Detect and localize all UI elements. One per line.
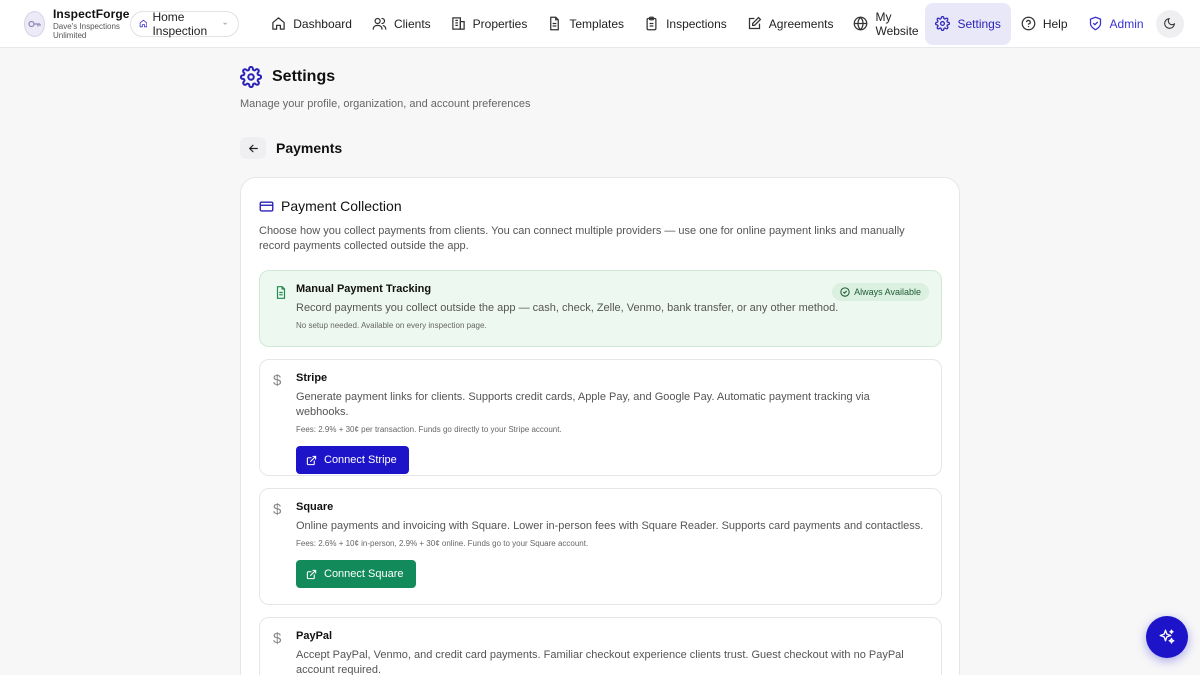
provider-name: Square: [296, 501, 334, 513]
users-icon: [372, 17, 387, 30]
sparkles-icon: [1159, 629, 1175, 644]
page-header: Settings Manage your profile, organizati…: [240, 66, 530, 110]
provider-fees: Fees: 2.9% + 30¢ per transaction. Funds …: [296, 425, 562, 434]
ai-assistant-button[interactable]: [1146, 616, 1188, 658]
pen-square-icon: [748, 16, 762, 30]
provider-stripe: $ Stripe Generate payment links for clie…: [259, 359, 942, 476]
credit-card-icon: [259, 200, 274, 212]
main-nav: Dashboard Clients Properties Templates I…: [261, 0, 1200, 48]
connect-stripe-button[interactable]: Connect Stripe: [296, 446, 409, 474]
provider-name: Manual Payment Tracking: [296, 283, 432, 295]
connect-square-button[interactable]: Connect Square: [296, 560, 416, 588]
dollar-icon: $: [273, 372, 282, 389]
provider-name: Stripe: [296, 372, 328, 384]
globe-icon: [854, 16, 868, 31]
connect-square-label: Connect Square: [324, 568, 404, 580]
check-circle-icon: [840, 287, 850, 297]
nav-agreements[interactable]: Agreements: [737, 3, 844, 45]
brand-logo-icon: [24, 10, 45, 37]
external-link-icon: [306, 569, 317, 579]
card-title: Payment Collection: [281, 198, 402, 214]
dollar-icon: $: [273, 630, 282, 647]
home-icon: [139, 19, 147, 28]
provider-manual: Manual Payment Tracking Record payments …: [259, 270, 942, 347]
section-title: Payments: [276, 140, 343, 156]
theme-toggle-button[interactable]: [1155, 9, 1184, 38]
nav-inspections-label: Inspections: [666, 16, 727, 31]
inspection-type-select[interactable]: Home Inspection: [129, 9, 240, 38]
nav-settings[interactable]: Settings: [925, 2, 1011, 45]
nav-inspections[interactable]: Inspections: [634, 3, 737, 45]
provider-paypal: $ PayPal Accept PayPal, Venmo, and credi…: [259, 617, 942, 675]
nav-help[interactable]: Help: [1011, 3, 1078, 45]
brand-name: InspectForge: [53, 6, 130, 21]
connect-stripe-label: Connect Stripe: [324, 454, 397, 466]
gear-icon: [935, 16, 951, 31]
status-badge: Always Available: [832, 283, 929, 301]
provider-description: Online payments and invoicing with Squar…: [296, 520, 924, 532]
provider-description: Record payments you collect outside the …: [296, 302, 839, 314]
page-title: Settings: [272, 68, 336, 85]
building-icon: [451, 17, 465, 30]
nav-properties[interactable]: Properties: [441, 3, 538, 45]
provider-name: PayPal: [296, 630, 333, 642]
nav-dashboard-label: Dashboard: [293, 16, 352, 31]
provider-fees: Fees: 2.6% + 10¢ in-person, 2.9% + 30¢ o…: [296, 539, 589, 548]
nav-dashboard[interactable]: Dashboard: [261, 3, 362, 45]
provider-square: $ Square Online payments and invoicing w…: [259, 488, 942, 605]
back-button[interactable]: [240, 137, 266, 159]
section-header: Payments: [240, 137, 342, 159]
external-link-icon: [306, 455, 317, 465]
brand[interactable]: InspectForge Dave's Inspections Unlimite…: [24, 8, 130, 40]
provider-description: Accept PayPal, Venmo, and credit card pa…: [296, 649, 904, 675]
nav-my-website[interactable]: My Website: [843, 3, 925, 45]
nav-templates-label: Templates: [569, 16, 625, 31]
brand-subtitle: Dave's Inspections Unlimited: [53, 21, 120, 40]
help-circle-icon: [1021, 16, 1036, 31]
nav-admin-label: Admin: [1109, 16, 1144, 31]
moon-icon: [1164, 17, 1176, 29]
nav-agreements-label: Agreements: [768, 16, 834, 31]
nav-clients-label: Clients: [393, 16, 431, 31]
card-description: Choose how you collect payments from cli…: [259, 225, 905, 252]
inspection-type-label: Home Inspection: [152, 9, 208, 38]
chevron-down-icon: [223, 22, 227, 25]
shield-check-icon: [1089, 16, 1101, 31]
top-navigation-bar: InspectForge Dave's Inspections Unlimite…: [0, 0, 1200, 48]
clipboard-icon: [646, 16, 657, 31]
status-badge-label: Always Available: [854, 287, 921, 297]
home-icon: [272, 17, 285, 30]
nav-my-website-label: My Website: [875, 9, 919, 38]
provider-note: No setup needed. Available on every insp…: [296, 321, 487, 330]
provider-description: Generate payment links for clients. Supp…: [296, 391, 870, 418]
document-icon: [276, 286, 286, 299]
dollar-icon: $: [273, 501, 282, 518]
nav-help-label: Help: [1042, 16, 1068, 31]
payment-collection-card: Payment Collection Choose how you collec…: [240, 177, 960, 675]
nav-settings-label: Settings: [957, 16, 1001, 31]
gear-icon: [240, 66, 262, 88]
notifications-button[interactable]: [1196, 10, 1200, 38]
nav-admin[interactable]: Admin: [1078, 3, 1154, 45]
arrow-left-icon: [248, 144, 258, 152]
nav-clients[interactable]: Clients: [362, 3, 441, 45]
nav-properties-label: Properties: [472, 16, 528, 31]
nav-templates[interactable]: Templates: [537, 3, 634, 45]
document-icon: [550, 16, 560, 31]
page-subtitle: Manage your profile, organization, and a…: [240, 98, 531, 110]
